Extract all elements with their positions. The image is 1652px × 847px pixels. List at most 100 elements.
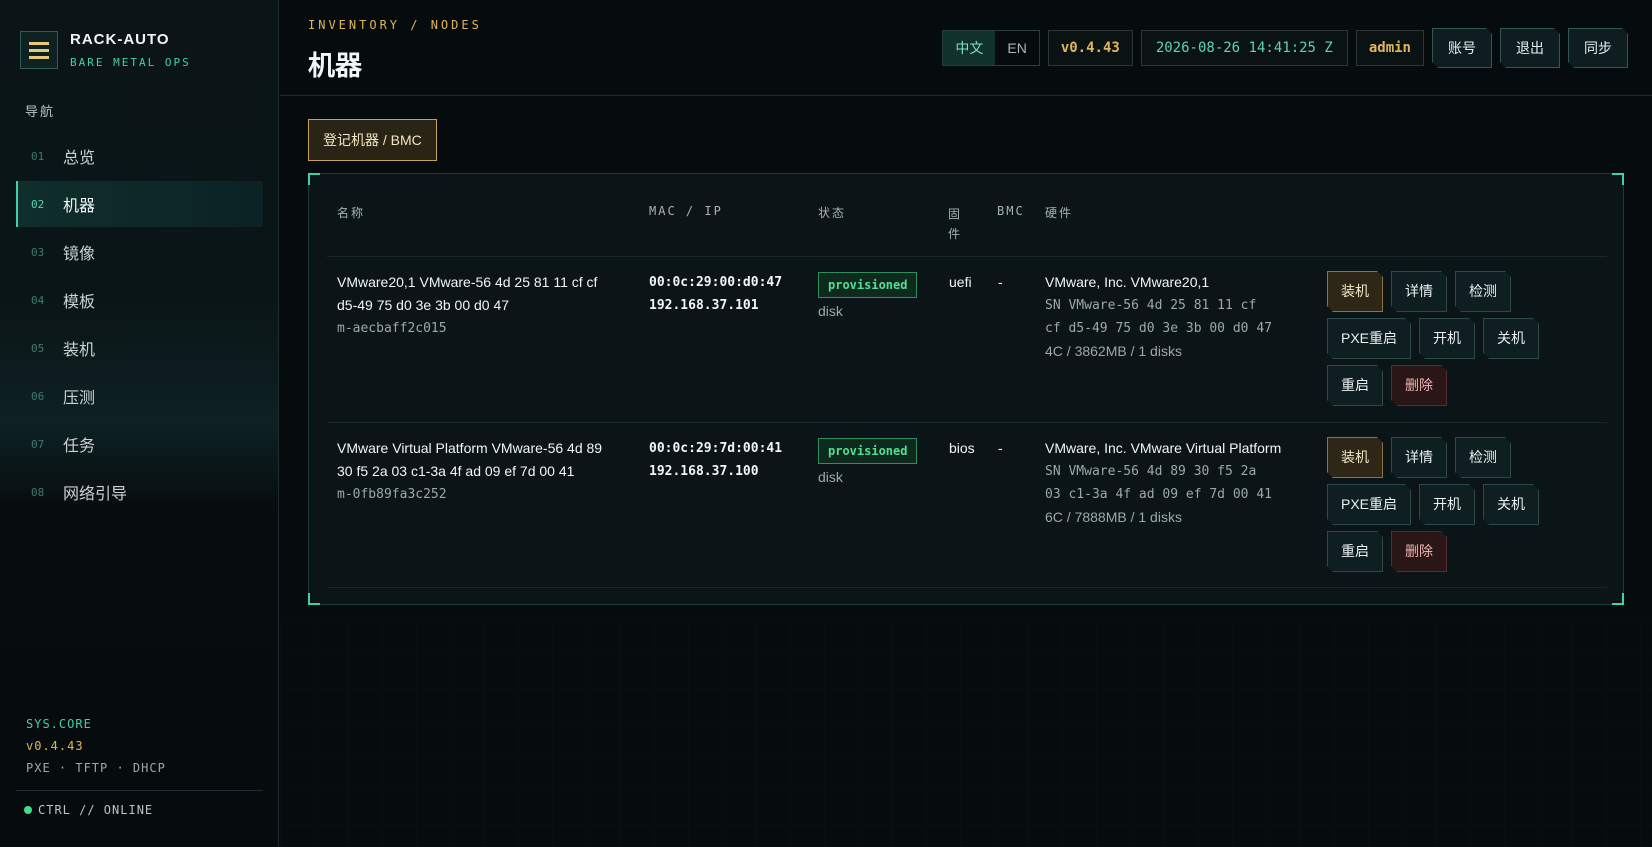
brand: RACK-AUTO BARE METAL OPS [20, 31, 191, 69]
machine-id: m-aecbaff2c015 [337, 321, 447, 336]
ip-address: 192.168.37.100 [649, 464, 759, 479]
sidebar-item-label: 镜像 [63, 246, 96, 263]
page-header: INVENTORY / NODES 机器 中文 EN v0.4.43 2026-… [280, 0, 1652, 96]
hw-serial: cf d5-49 75 d0 3e 3b 00 d0 47 [1045, 321, 1272, 336]
hw-serial: SN VMware-56 4d 89 30 f5 2a [1045, 464, 1257, 479]
reboot-button[interactable]: 重启 [1327, 531, 1383, 572]
sidebar-nav: 01 总览 02 机器 03 镜像 04 模板 05 装机 06 压测 07 任… [16, 133, 263, 517]
corner-decoration [1612, 593, 1624, 605]
power-off-button[interactable]: 关机 [1483, 484, 1539, 525]
sidebar: RACK-AUTO BARE METAL OPS 导航 01 总览 02 机器 … [0, 0, 279, 847]
install-button[interactable]: 装机 [1327, 271, 1383, 312]
sidebar-item-label: 总览 [63, 150, 96, 167]
status-cell: provisioned disk [818, 438, 918, 489]
sidebar-item-label: 装机 [63, 342, 96, 359]
brand-name: RACK-AUTO [70, 31, 170, 48]
logout-button[interactable]: 退出 [1500, 28, 1560, 68]
power-on-button[interactable]: 开机 [1419, 484, 1475, 525]
page-title: 机器 [308, 51, 362, 81]
firmware-cell: bios [949, 440, 975, 456]
delete-button[interactable]: 删除 [1391, 531, 1447, 572]
online-dot-icon [24, 806, 32, 814]
nav-number: 06 [31, 389, 45, 403]
hamburger-menu-icon[interactable] [20, 31, 58, 69]
mac-address: 00:0c:29:7d:00:41 [649, 441, 783, 456]
register-machine-button[interactable]: 登记机器 / BMC [308, 119, 437, 161]
pxe-reboot-button[interactable]: PXE重启 [1327, 318, 1411, 359]
lang-en-button[interactable]: EN [995, 31, 1038, 65]
row-actions: 装机 详情 检测 PXE重启 开机 关机 重启 删除 [1327, 271, 1552, 406]
status-cell: provisioned disk [818, 272, 918, 323]
sidebar-item-overview[interactable]: 01 总览 [16, 133, 263, 179]
lang-zh-button[interactable]: 中文 [943, 31, 996, 65]
sidebar-item-netboot[interactable]: 08 网络引导 [16, 469, 263, 515]
pxe-reboot-button[interactable]: PXE重启 [1327, 484, 1411, 525]
sync-button[interactable]: 同步 [1568, 28, 1628, 68]
hw-serial: 03 c1-3a 4f ad 09 ef 7d 00 41 [1045, 487, 1272, 502]
power-off-button[interactable]: 关机 [1483, 318, 1539, 359]
boot-target: disk [818, 303, 843, 319]
hw-serial: SN VMware-56 4d 25 81 11 cf [1045, 298, 1257, 313]
column-header-mac-ip: MAC / IP [649, 204, 723, 218]
machine-name-cell: VMware20,1 VMware-56 4d 25 81 11 cf cf d… [337, 271, 637, 340]
machine-name-line: 30 f5 2a 03 c1-3a 4f ad 09 ef 7d 00 41 [337, 463, 575, 479]
machines-table: 名称 MAC / IP 状态 固件 BMC 硬件 VMware20,1 VMwa… [308, 173, 1624, 605]
system-info: SYS.CORE v0.4.43 PXE · TFTP · DHCP [26, 713, 166, 779]
nav-number: 03 [31, 245, 45, 259]
sidebar-item-templates[interactable]: 04 模板 [16, 277, 263, 323]
divider [327, 422, 1607, 423]
status-badge: provisioned [818, 438, 918, 464]
boot-target: disk [818, 469, 843, 485]
status-badge: provisioned [818, 272, 918, 298]
account-button[interactable]: 账号 [1432, 28, 1492, 68]
status-text: CTRL // ONLINE [38, 803, 154, 817]
sidebar-item-images[interactable]: 03 镜像 [16, 229, 263, 275]
machine-name-line: d5-49 75 d0 3e 3b 00 d0 47 [337, 297, 510, 313]
sys-core-label: SYS.CORE [26, 717, 92, 731]
sidebar-item-install[interactable]: 05 装机 [16, 325, 263, 371]
sidebar-item-label: 网络引导 [63, 486, 128, 503]
hardware-cell: VMware, Inc. VMware20,1 SN VMware-56 4d … [1045, 271, 1305, 363]
hw-spec: 4C / 3862MB / 1 disks [1045, 343, 1182, 359]
column-header-firmware: 固件 [948, 207, 963, 241]
sidebar-item-stress-test[interactable]: 06 压测 [16, 373, 263, 419]
power-on-button[interactable]: 开机 [1419, 318, 1475, 359]
row-actions: 装机 详情 检测 PXE重启 开机 关机 重启 删除 [1327, 437, 1552, 572]
sidebar-item-label: 任务 [63, 438, 96, 455]
version-badge: v0.4.43 [1047, 30, 1133, 66]
nav-number: 02 [31, 197, 45, 211]
machine-id: m-0fb89fa3c252 [337, 487, 447, 502]
nav-number: 04 [31, 293, 45, 307]
column-header-bmc: BMC [997, 204, 1025, 218]
sidebar-item-label: 机器 [63, 198, 96, 215]
ip-address: 192.168.37.101 [649, 298, 759, 313]
nav-number: 07 [31, 437, 45, 451]
column-header-status: 状态 [818, 206, 847, 220]
hw-spec: 6C / 7888MB / 1 disks [1045, 509, 1182, 525]
hardware-cell: VMware, Inc. VMware Virtual Platform SN … [1045, 437, 1305, 529]
brand-subtitle: BARE METAL OPS [70, 56, 191, 69]
detect-button[interactable]: 检测 [1455, 437, 1511, 478]
hw-vendor: VMware, Inc. VMware20,1 [1045, 274, 1210, 290]
sys-services: PXE · TFTP · DHCP [26, 761, 166, 775]
nav-title: 导航 [25, 104, 56, 119]
hw-vendor: VMware, Inc. VMware Virtual Platform [1045, 440, 1282, 456]
sidebar-item-machines[interactable]: 02 机器 [16, 181, 263, 227]
details-button[interactable]: 详情 [1391, 271, 1447, 312]
sidebar-item-tasks[interactable]: 07 任务 [16, 421, 263, 467]
corner-decoration [1612, 173, 1624, 185]
machine-name-line: VMware20,1 VMware-56 4d 25 81 11 cf cf [337, 274, 598, 290]
sidebar-item-label: 模板 [63, 294, 96, 311]
detect-button[interactable]: 检测 [1455, 271, 1511, 312]
bmc-cell: - [998, 274, 1003, 290]
bmc-cell: - [998, 440, 1003, 456]
reboot-button[interactable]: 重启 [1327, 365, 1383, 406]
install-button[interactable]: 装机 [1327, 437, 1383, 478]
language-switcher: 中文 EN [942, 30, 1040, 66]
header-toolbar: 中文 EN v0.4.43 2026-08-26 14:41:25 Z admi… [942, 28, 1628, 68]
details-button[interactable]: 详情 [1391, 437, 1447, 478]
delete-button[interactable]: 删除 [1391, 365, 1447, 406]
column-header-name: 名称 [337, 206, 366, 220]
machine-name-line: VMware Virtual Platform VMware-56 4d 89 [337, 440, 603, 456]
corner-decoration [308, 593, 320, 605]
